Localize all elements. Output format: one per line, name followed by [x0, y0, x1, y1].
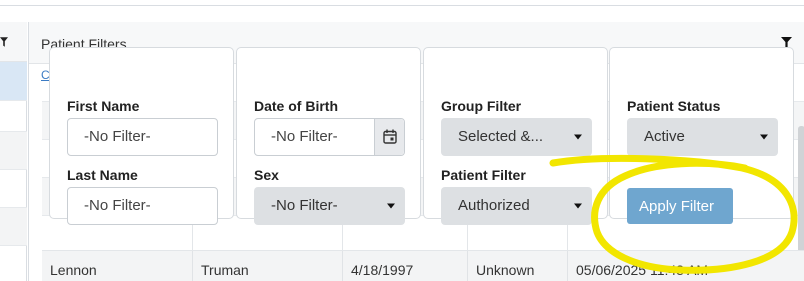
- patient-filter-value: Authorized: [458, 197, 530, 214]
- left-panel: [0, 22, 27, 281]
- column-divider: [567, 251, 568, 281]
- patient-filter-select[interactable]: Authorized: [441, 187, 592, 225]
- apply-filter-button[interactable]: Apply Filter: [627, 188, 733, 224]
- sex-select[interactable]: -No Filter-: [254, 187, 405, 225]
- filter-card-name: First Name -No Filter- Last Name -No Fil…: [49, 47, 234, 225]
- left-panel-header: [0, 22, 27, 62]
- first-name-label: First Name: [67, 98, 140, 114]
- patient-status-label: Patient Status: [627, 98, 721, 114]
- column-divider: [192, 251, 193, 281]
- filter-funnel-icon[interactable]: [0, 37, 8, 47]
- cell-first-name: Truman: [201, 262, 249, 278]
- top-toolbar-strip: [0, 0, 804, 6]
- left-row[interactable]: [0, 101, 27, 132]
- dob-label: Date of Birth: [254, 98, 338, 114]
- screen: Patient Filters C Lennon Truman 4/18/199…: [0, 0, 804, 281]
- dob-input-text: -No Filter-: [271, 128, 338, 145]
- first-name-input[interactable]: -No Filter-: [67, 118, 218, 156]
- group-filter-label: Group Filter: [441, 98, 522, 114]
- caret-down-icon: [760, 134, 768, 140]
- sex-label: Sex: [254, 167, 279, 183]
- cell-date-created: 05/06/2025 11:48 AM: [576, 262, 709, 278]
- column-divider: [342, 251, 343, 281]
- calendar-button[interactable]: [374, 119, 404, 155]
- caret-down-icon: [574, 134, 582, 140]
- patient-filter-label: Patient Filter: [441, 167, 526, 183]
- left-row[interactable]: [0, 170, 27, 208]
- left-row[interactable]: [0, 62, 27, 101]
- table-row[interactable]: Lennon Truman 4/18/1997 Unknown 05/06/20…: [42, 250, 804, 281]
- cell-sex: Unknown: [476, 262, 535, 278]
- calendar-icon: [383, 129, 397, 144]
- filter-card-dob-sex: Date of Birth -No Filter- Sex -No Filter…: [236, 47, 421, 225]
- left-row[interactable]: [0, 208, 27, 246]
- column-divider: [467, 251, 468, 281]
- last-name-label: Last Name: [67, 167, 138, 183]
- patient-status-value: Active: [644, 128, 685, 145]
- cell-dob: 4/18/1997: [351, 262, 414, 278]
- left-row[interactable]: [0, 132, 27, 170]
- group-filter-select[interactable]: Selected &...: [441, 118, 592, 156]
- sex-select-value: -No Filter-: [271, 197, 338, 214]
- group-filter-value: Selected &...: [458, 128, 544, 145]
- patient-status-select[interactable]: Active: [627, 118, 778, 156]
- last-name-input[interactable]: -No Filter-: [67, 187, 218, 225]
- cell-last-name: Lennon: [50, 262, 97, 278]
- caret-down-icon: [387, 203, 395, 209]
- dob-input[interactable]: -No Filter-: [254, 118, 405, 156]
- caret-down-icon: [574, 203, 582, 209]
- filter-card-group-patient: Group Filter Selected &... Patient Filte…: [423, 47, 608, 225]
- filter-card-status: Patient Status Active Apply Filter: [609, 47, 794, 224]
